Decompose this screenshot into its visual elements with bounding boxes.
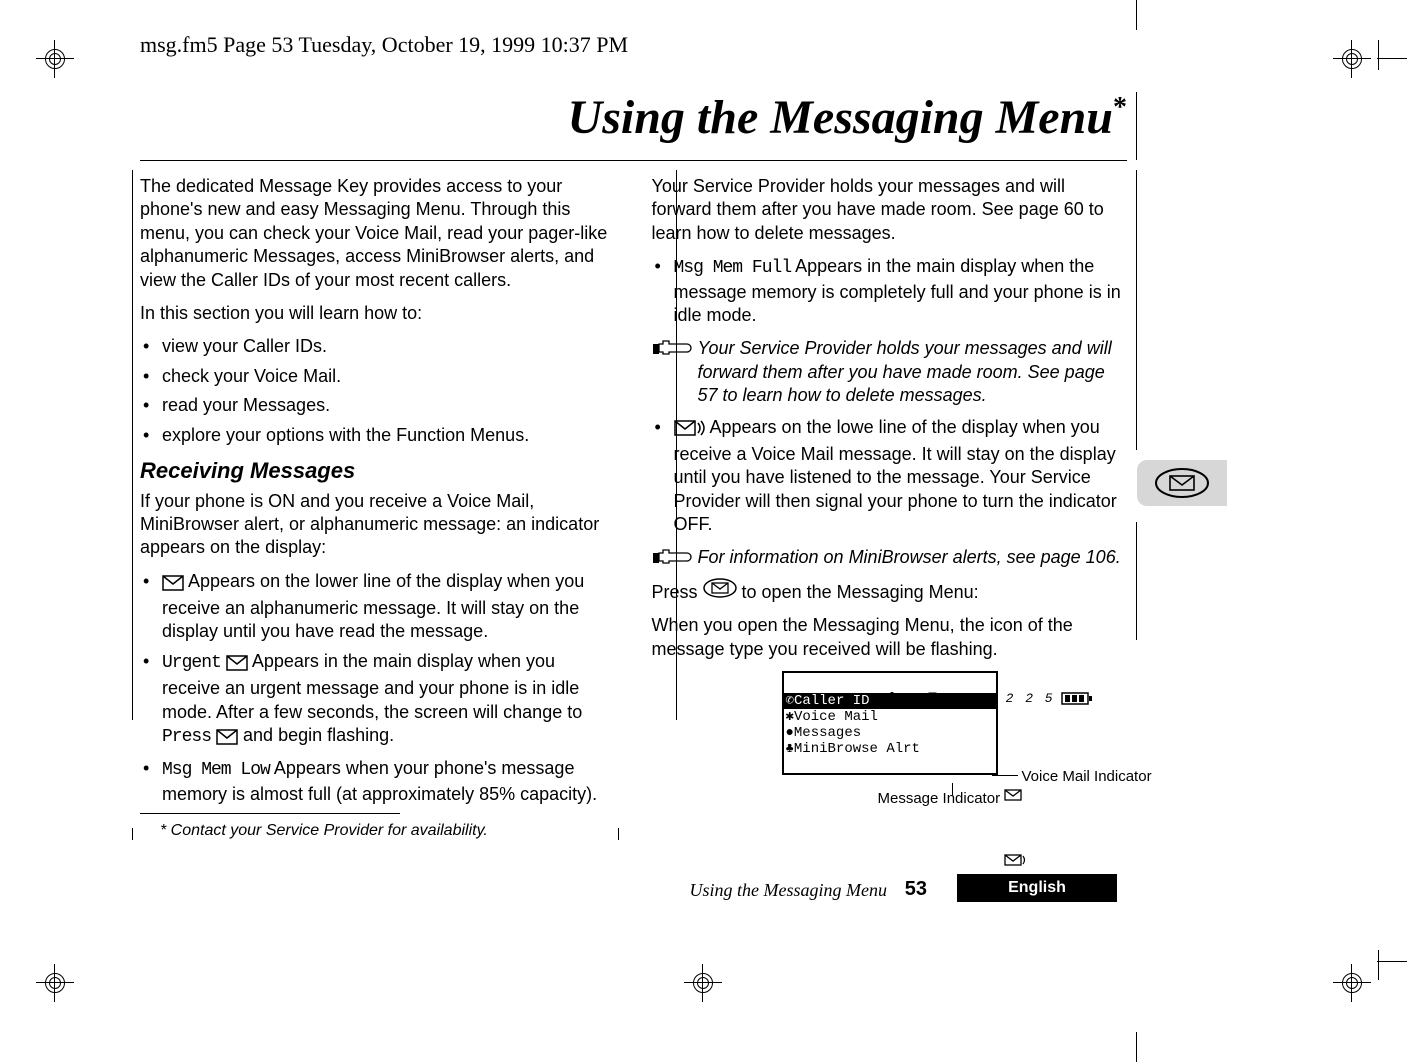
col2-list-a: Msg Mem Full Appears in the main display… [652, 255, 1128, 327]
list-item: view your Caller IDs. [140, 335, 616, 358]
callout-message-indicator: Message Indicator [878, 789, 1001, 809]
title-rule [140, 160, 1127, 161]
list-item: Msg Mem Low Appears when your phone's me… [140, 757, 616, 806]
menu-label: Caller ID [794, 693, 870, 709]
thumb-tab-messaging [1137, 460, 1227, 506]
envelope-icon [162, 574, 184, 597]
column-right: Your Service Provider holds your message… [652, 175, 1128, 816]
note-text: For information on MiniBrowser alerts, s… [698, 547, 1121, 567]
section-heading-receiving: Receiving Messages [140, 457, 616, 486]
intro-lead: In this section you will learn how to: [140, 302, 616, 325]
envelope-icon [216, 728, 238, 751]
menu-label: MiniBrowse Alrt [794, 741, 920, 757]
col2-list-b: Appears on the lowe line of the display … [652, 416, 1128, 537]
message-key-icon [703, 582, 742, 602]
learn-list: view your Caller IDs. check your Voice M… [140, 335, 616, 447]
footnote-rule [140, 813, 400, 814]
column-rule [1136, 170, 1137, 450]
column-rule [132, 170, 133, 720]
page: msg.fm5 Page 53 Tuesday, October 19, 199… [0, 0, 1407, 1062]
menu-item: ♣MiniBrowse Alrt [784, 741, 996, 757]
crop-mark [1378, 950, 1379, 980]
text: and begin flashing. [238, 725, 394, 745]
clock-text: 1 2 2 5 [986, 691, 1055, 706]
registration-mark [36, 40, 74, 78]
text: Appears on the lowe line of the display … [674, 417, 1117, 535]
crop-mark [1377, 58, 1407, 59]
receiving-list: Appears on the lower line of the display… [140, 570, 616, 807]
crop-mark [1377, 961, 1407, 962]
registration-mark [684, 964, 722, 1002]
column-left: The dedicated Message Key provides acces… [140, 175, 616, 816]
battery-icon [1062, 693, 1092, 704]
message-key-icon [1155, 468, 1209, 498]
intro-paragraph: The dedicated Message Key provides acces… [140, 175, 616, 292]
content-columns: The dedicated Message Key provides acces… [140, 175, 1127, 816]
footnote: * Contact your Service Provider for avai… [160, 822, 488, 840]
list-item: check your Voice Mail. [140, 365, 616, 388]
menu-label: Messages [794, 725, 861, 741]
column-rule [1136, 522, 1137, 640]
status-bar-graphics: 1 2 2 5 [886, 690, 1094, 706]
status-bar: 1 2 2 5 [784, 673, 996, 693]
text: to open the Messaging Menu: [742, 582, 979, 602]
registration-mark [36, 964, 74, 1002]
label-msg-mem-low: Msg Mem Low [162, 760, 270, 780]
envelope-icon [226, 654, 248, 677]
crop-mark [1136, 0, 1137, 30]
menu-item: ✱Voice Mail [784, 709, 996, 725]
receiving-intro: If your phone is ON and you receive a Vo… [140, 490, 616, 560]
text: Appears on the lower line of the display… [162, 571, 584, 642]
list-item: Msg Mem Full Appears in the main display… [652, 255, 1128, 327]
envelope-sound-icon [674, 419, 706, 443]
title-text: Using the Messaging Menu [568, 91, 1113, 144]
pointing-hand-icon [652, 339, 692, 365]
registration-mark [1333, 964, 1371, 1002]
paragraph: When you open the Messaging Menu, the ic… [652, 614, 1128, 661]
text: Press [652, 582, 703, 602]
list-item: explore your options with the Function M… [140, 424, 616, 447]
page-number: 53 [905, 878, 927, 901]
indicator-row [784, 757, 996, 773]
crop-mark [1378, 40, 1379, 70]
paragraph: Your Service Provider holds your message… [652, 175, 1128, 245]
running-header: msg.fm5 Page 53 Tuesday, October 19, 199… [140, 32, 628, 58]
label-msg-mem-full: Msg Mem Full [674, 258, 792, 278]
list-item: Appears on the lower line of the display… [140, 570, 616, 644]
phone-screen: 1 2 2 5 ✆Caller ID ✱Voice [782, 671, 998, 775]
list-item: Urgent Appears in the main display when … [140, 650, 616, 752]
language-badge: English [957, 874, 1117, 902]
registration-mark [1333, 40, 1371, 78]
column-rule [132, 828, 133, 840]
label-press: Press [162, 727, 211, 747]
title-footnote-marker: * [1113, 92, 1127, 123]
column-rule [1136, 92, 1137, 160]
footer-running-title: Using the Messaging Menu [690, 880, 887, 901]
column-rule [618, 828, 619, 840]
page-title: Using the Messaging Menu* [568, 90, 1127, 145]
note: Your Service Provider holds your message… [652, 337, 1128, 407]
list-item: read your Messages. [140, 394, 616, 417]
signal-icon [888, 692, 936, 704]
callout-leader [992, 775, 1018, 776]
note-text: Your Service Provider holds your message… [698, 338, 1112, 405]
callout-voicemail-indicator: Voice Mail Indicator [1022, 767, 1152, 787]
list-item: Appears on the lowe line of the display … [652, 416, 1128, 537]
label-urgent: Urgent [162, 653, 221, 673]
menu-item: ●Messages [784, 725, 996, 741]
phone-screen-mock: 1 2 2 5 ✆Caller ID ✱Voice [782, 671, 1128, 775]
crop-mark [1136, 1032, 1137, 1062]
menu-label: Voice Mail [794, 709, 878, 725]
pointing-hand-icon [652, 548, 692, 574]
press-line: Press to open the Messaging Menu: [652, 578, 1128, 604]
note: For information on MiniBrowser alerts, s… [652, 546, 1128, 569]
